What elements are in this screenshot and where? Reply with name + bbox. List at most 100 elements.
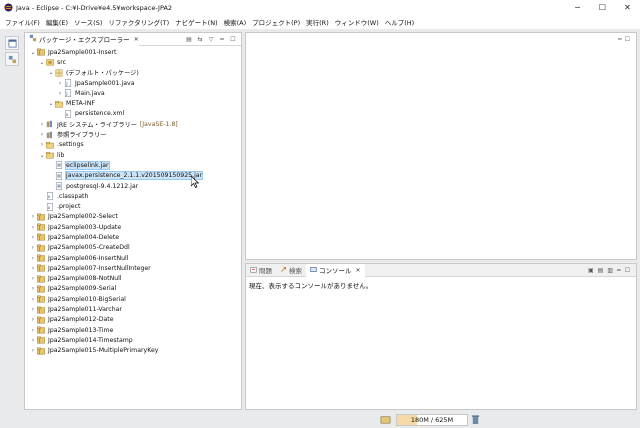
tree-row[interactable]: › 参照ライブラリー [25, 129, 241, 139]
project-icon: J [37, 213, 45, 221]
tree-row[interactable]: Xpersistence.xml [25, 109, 241, 119]
tree-row[interactable]: › J Jpa2Sample013-Time [25, 325, 241, 335]
tree-row[interactable]: eclipselink.jar [25, 160, 241, 170]
chevron-right-icon[interactable]: › [29, 327, 37, 334]
status-tip-icon[interactable] [380, 414, 392, 426]
tree-row[interactable]: ⌄ lib [25, 150, 241, 160]
tree-row[interactable]: postgresql-9.4.1212.jar [25, 181, 241, 191]
chevron-right-icon[interactable]: › [29, 255, 37, 262]
package-explorer-icon[interactable] [5, 52, 19, 66]
collapse-all-icon[interactable]: ▤ [185, 35, 193, 43]
chevron-right-icon[interactable]: › [29, 213, 37, 220]
tree-row[interactable]: › J Jpa2Sample007-InsertNullInteger [25, 263, 241, 273]
chevron-right-icon[interactable]: › [29, 275, 37, 282]
menu-file[interactable]: ファイル(F) [2, 17, 43, 27]
editor-minimize-icon[interactable]: ━ [618, 36, 622, 43]
tree-row[interactable]: › J Jpa2Sample010-BigSerial [25, 294, 241, 304]
chevron-right-icon[interactable]: › [29, 224, 37, 231]
menu-edit[interactable]: 編集(E) [43, 17, 71, 27]
tab-console[interactable]: コンソール ✕ [306, 263, 365, 277]
tree-row[interactable]: › JRE システム・ライブラリー [JavaSE-1.8] [25, 119, 241, 129]
tree-row[interactable]: ⌄ src [25, 57, 241, 67]
tree-row[interactable]: › J Jpa2Sample014-Timestamp [25, 335, 241, 345]
minimize-view-icon[interactable]: ━ [617, 267, 621, 274]
close-tab-icon[interactable]: ✕ [134, 36, 139, 43]
tab-package-explorer[interactable]: パッケージ・エクスプローラー ✕ [25, 32, 139, 46]
minimize-view-icon[interactable]: ━ [218, 35, 226, 43]
menu-search[interactable]: 検索(A) [221, 17, 250, 27]
minimize-button[interactable]: ─ [565, 0, 590, 15]
editor-maximize-icon[interactable]: ☐ [625, 36, 630, 43]
tree-row[interactable]: › J Jpa2Sample009-Serial [25, 284, 241, 294]
project-icon: J [37, 264, 45, 272]
tree-item-label: Jpa2Sample003-Update [48, 223, 122, 231]
chevron-right-icon[interactable]: › [29, 347, 37, 354]
restore-icon[interactable] [5, 36, 19, 50]
tree-row[interactable]: › J Jpa2Sample015-MultiplePrimaryKey [25, 346, 241, 356]
tree-row[interactable]: › J Main.java [25, 88, 241, 98]
menu-project[interactable]: プロジェクト(P) [249, 17, 303, 27]
tab-label: コンソール [319, 267, 352, 275]
tree-row[interactable]: ⌄ (デフォルト・パッケージ) [25, 68, 241, 78]
chevron-down-icon[interactable]: ⌄ [38, 59, 46, 66]
close-button[interactable]: ✕ [615, 0, 640, 15]
svg-text:J: J [65, 91, 67, 96]
tree-item-label: javax.persistence_2.1.1.v201509150925.ja… [64, 171, 204, 181]
chevron-right-icon[interactable]: › [29, 265, 37, 272]
menu-window[interactable]: ウィンドウ(W) [332, 17, 382, 27]
library-icon [46, 120, 54, 128]
tree-row[interactable]: › J Jpa2Sample006-InsertNull [25, 253, 241, 263]
tree-row[interactable]: › J Jpa2Sample008-NotNull [25, 274, 241, 284]
heap-status[interactable]: 180M / 625M [396, 414, 468, 426]
chevron-right-icon[interactable]: › [29, 285, 37, 292]
chevron-down-icon[interactable]: ⌄ [29, 49, 37, 56]
view-menu-icon[interactable]: ▽ [207, 35, 215, 43]
jar-icon [55, 182, 63, 190]
tree-row[interactable]: › J Jpa2Sample003-Update [25, 222, 241, 232]
chevron-right-icon[interactable]: › [56, 90, 64, 97]
chevron-right-icon[interactable]: › [29, 306, 37, 313]
link-editor-icon[interactable]: ⇆ [196, 35, 204, 43]
svg-text:J: J [38, 349, 40, 354]
chevron-right-icon[interactable]: › [29, 337, 37, 344]
tree-row[interactable]: › J Jpa2Sample004-Delete [25, 232, 241, 242]
maximize-button[interactable]: ☐ [590, 0, 615, 15]
pin-console-icon[interactable]: ▥ [607, 267, 613, 274]
project-icon: J [37, 48, 45, 56]
garbage-collect-icon[interactable] [471, 414, 481, 426]
display-console-icon[interactable]: ▤ [598, 267, 604, 274]
tab-search[interactable]: 検索 [276, 264, 306, 277]
tree-row[interactable]: X .project [25, 201, 241, 211]
tree-row[interactable]: javax.persistence_2.1.1.v201509150925.ja… [25, 171, 241, 181]
tree-row[interactable]: ⌄ META-INF [25, 98, 241, 108]
tree-row[interactable]: ⌄ J Jpa2Sample001-Insert [25, 47, 241, 57]
maximize-view-icon[interactable]: ☐ [229, 35, 237, 43]
chevron-right-icon[interactable]: › [29, 244, 37, 251]
menu-source[interactable]: ソース(S) [71, 17, 105, 27]
chevron-down-icon[interactable]: ⌄ [47, 69, 55, 76]
close-tab-icon[interactable]: ✕ [356, 267, 361, 274]
chevron-right-icon[interactable]: › [29, 234, 37, 241]
chevron-right-icon[interactable]: › [56, 80, 64, 87]
tree-row[interactable]: › J Jpa2Sample011-Varchar [25, 304, 241, 314]
tree-row[interactable]: › J JpaSample001.java [25, 78, 241, 88]
menu-help[interactable]: ヘルプ(H) [382, 17, 417, 27]
chevron-right-icon[interactable]: › [38, 131, 46, 138]
chevron-right-icon[interactable]: › [38, 141, 46, 148]
maximize-view-icon[interactable]: ☐ [625, 267, 630, 274]
tree-row[interactable]: X .classpath [25, 191, 241, 201]
chevron-right-icon[interactable]: › [29, 296, 37, 303]
tree-row[interactable]: › J Jpa2Sample012-Date [25, 315, 241, 325]
chevron-down-icon[interactable]: ⌄ [38, 152, 46, 159]
tree-row[interactable]: › J Jpa2Sample002-Select [25, 212, 241, 222]
menu-navigate[interactable]: ナビゲート(N) [172, 17, 220, 27]
chevron-right-icon[interactable]: › [29, 316, 37, 323]
menu-refactor[interactable]: リファクタリング(T) [105, 17, 172, 27]
tab-problems[interactable]: 問題 [246, 264, 276, 277]
menu-run[interactable]: 実行(R) [303, 17, 332, 27]
tree-row[interactable]: › .settings [25, 140, 241, 150]
open-console-icon[interactable]: ▣ [588, 267, 594, 274]
chevron-right-icon[interactable]: › [38, 121, 46, 128]
chevron-down-icon[interactable]: ⌄ [47, 100, 55, 107]
tree-row[interactable]: › J Jpa2Sample005-CreateDdl [25, 243, 241, 253]
